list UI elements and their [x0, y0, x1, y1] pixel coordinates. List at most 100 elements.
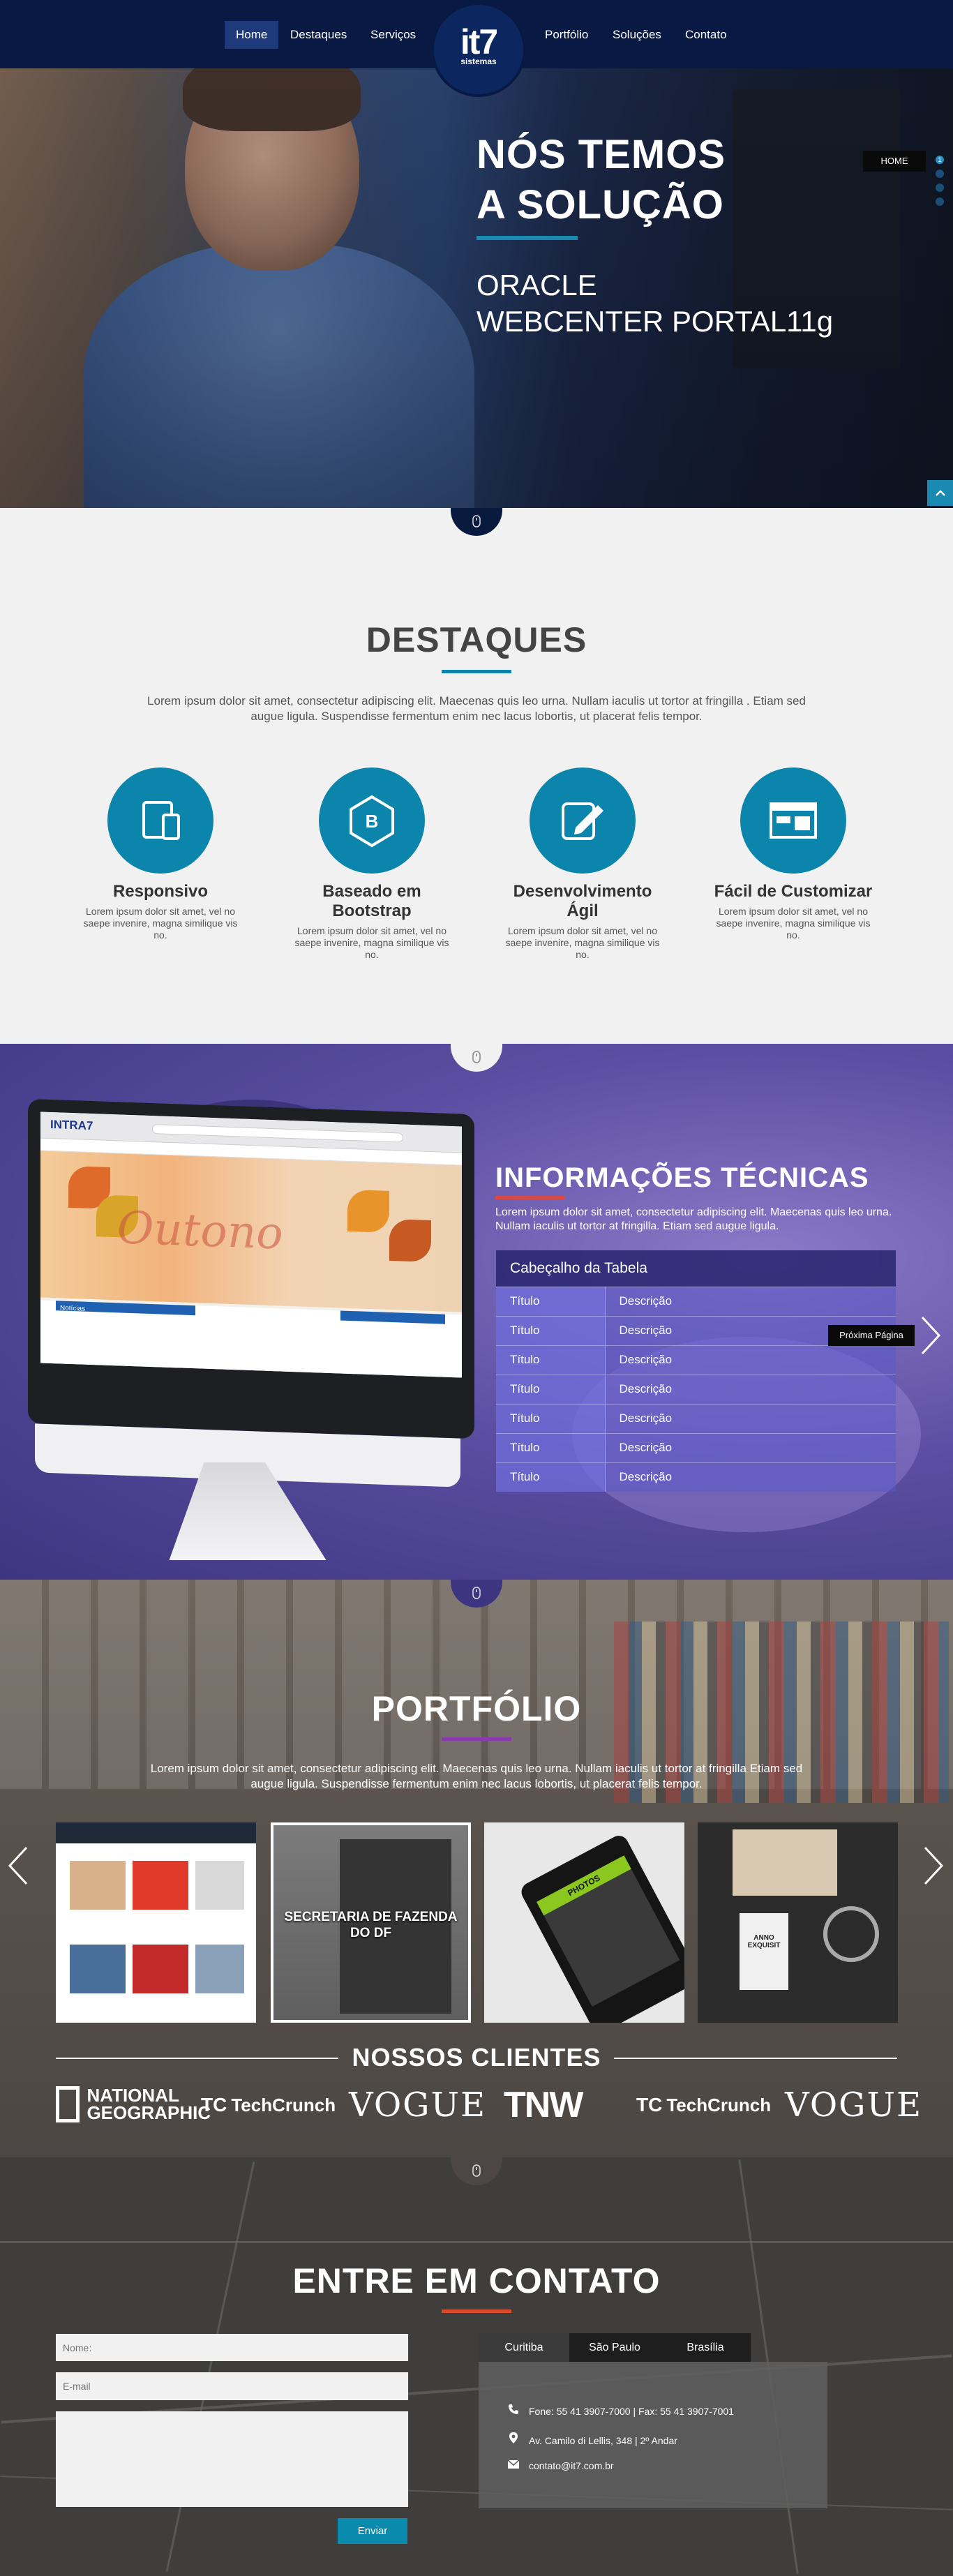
next-page-arrow[interactable]: [920, 1315, 942, 1363]
chevron-left-icon: [8, 1846, 28, 1885]
portfolio-next-arrow[interactable]: [922, 1845, 945, 1893]
feature-title: Desenvolvimento Ágil: [513, 882, 652, 920]
mouse-scroll-icon: [472, 1587, 481, 1601]
intranet-logo: INTRA7: [50, 1117, 93, 1133]
client-vogue-2: VOGUE: [785, 2085, 923, 2125]
tab-curitiba[interactable]: Curitiba: [479, 2333, 569, 2362]
destaques-section: DESTAQUES Lorem ipsum dolor sit amet, co…: [0, 508, 953, 1044]
news-tab-label: Notícias: [60, 1304, 86, 1313]
slide-dot-1[interactable]: 1: [936, 156, 944, 164]
scroll-up-button[interactable]: [927, 480, 953, 506]
slide-dot-3[interactable]: [936, 184, 944, 192]
mouse-scroll-icon: [472, 2164, 481, 2178]
table-cell-title: Título: [496, 1345, 606, 1375]
thumb-tile: [70, 1861, 126, 1910]
feature-agil: Desenvolvimento Ágil Lorem ipsum dolor s…: [499, 767, 666, 961]
feature-title: Responsivo: [112, 882, 209, 901]
devices-icon: [142, 801, 180, 840]
natgeo-frame-icon: [56, 2086, 80, 2122]
portfolio-item-3[interactable]: PHOTOS: [484, 1822, 684, 2023]
table-row: Título Descrição: [496, 1462, 896, 1492]
clients-title: NOSSOS CLIENTES: [352, 2043, 601, 2072]
leaf-shape: [389, 1218, 431, 1263]
contact-divider: [442, 2309, 511, 2313]
thumb-phone-label: PHOTOS: [536, 1855, 631, 1916]
table-cell-desc: Descrição: [605, 1345, 896, 1375]
hero-section: NÓS TEMOS A SOLUÇÃO ORACLE WEBCENTER POR…: [0, 68, 953, 508]
client-vogue-1: VOGUE: [349, 2085, 487, 2125]
contact-address: Av. Camilo di Lellis, 348 | 2º Andar: [529, 2435, 677, 2446]
brand-logo[interactable]: it7 sistemas: [431, 2, 526, 97]
table-cell-desc: Descrição: [605, 1286, 896, 1316]
feature-title: Fácil de Customizar: [714, 882, 873, 901]
thumb-header: [56, 1822, 256, 1843]
portfolio-prev-arrow[interactable]: [7, 1845, 29, 1893]
table-row: Título Descrição: [496, 1403, 896, 1433]
table-cell-title: Título: [496, 1286, 606, 1316]
contact-info-box: Fone: 55 41 3907-7000 | Fax: 55 41 3907-…: [479, 2362, 827, 2508]
next-page-tooltip: Próxima Página: [828, 1325, 915, 1346]
contact-email[interactable]: contato@it7.com.br: [529, 2460, 614, 2471]
table-cell-title: Título: [496, 1374, 606, 1404]
phone-icon: [506, 2404, 520, 2418]
slide-dot-2[interactable]: [936, 170, 944, 178]
thumb-tile: [70, 1945, 126, 1993]
envelope-icon: [506, 2459, 520, 2473]
portfolio-caption: SECRETARIA DE FAZENDA DO DF: [284, 1910, 458, 1940]
feature-text: Lorem ipsum dolor sit amet, vel no saepe…: [505, 925, 660, 960]
table-cell-title: Título: [496, 1432, 606, 1462]
contact-phone: Fone: 55 41 3907-7000 | Fax: 55 41 3907-…: [529, 2406, 734, 2417]
techcrunch-logo-icon: TC: [201, 2094, 227, 2116]
nav-destaques[interactable]: Destaques: [279, 21, 358, 49]
nav-solucoes[interactable]: Soluções: [601, 21, 673, 49]
thumb-phone: PHOTOS: [518, 1832, 684, 2023]
hero-subtitle-line2: WEBCENTER PORTAL11g: [476, 305, 834, 338]
feature-circle: [740, 767, 846, 874]
contact-phone-row: Fone: 55 41 3907-7000 | Fax: 55 41 3907-…: [506, 2404, 734, 2418]
nav-servicos[interactable]: Serviços: [359, 21, 427, 49]
chevron-right-icon: [921, 1316, 941, 1355]
table-row: Título Descrição: [496, 1345, 896, 1375]
portfolio-item-1[interactable]: [56, 1822, 256, 2023]
message-textarea[interactable]: [56, 2411, 408, 2507]
bootstrap-icon: B: [350, 795, 394, 848]
destaques-text: Lorem ipsum dolor sit amet, consectetur …: [147, 694, 806, 723]
name-input[interactable]: [56, 2334, 408, 2361]
info-title: INFORMAÇÕES TÉCNICAS: [495, 1162, 869, 1193]
client-national-geographic: NATIONAL GEOGRAPHIC: [56, 2085, 211, 2123]
info-divider: [495, 1196, 565, 1199]
thumb-tag-label: ANNO EXQUISIT: [747, 1934, 781, 1949]
hero-title-line1: NÓS TEMOS: [476, 132, 726, 177]
slide-pager: 1: [936, 156, 945, 211]
feature-text: Lorem ipsum dolor sit amet, vel no saepe…: [294, 925, 449, 960]
nav-home[interactable]: Home: [225, 21, 279, 49]
hero-divider: [476, 236, 578, 240]
portfolio-item-4[interactable]: ANNO EXQUISIT: [698, 1822, 898, 2023]
nav-portfolio[interactable]: Portfólio: [534, 21, 599, 49]
feature-bootstrap: B Baseado em Bootstrap Lorem ipsum dolor…: [288, 767, 456, 961]
logo-subtitle: sistemas: [460, 57, 497, 66]
table-cell-desc: Descrição: [605, 1432, 896, 1462]
portfolio-item-2[interactable]: SECRETARIA DE FAZENDA DO DF: [271, 1822, 471, 2023]
tab-sao-paulo[interactable]: São Paulo: [569, 2333, 660, 2362]
table-cell-desc: Descrição: [605, 1374, 896, 1404]
slide-dot-4[interactable]: [936, 197, 944, 206]
thumb-phone-screen: PHOTOS: [536, 1855, 680, 2007]
info-text: Lorem ipsum dolor sit amet, consectetur …: [495, 1206, 892, 1232]
feature-responsivo: Responsivo Lorem ipsum dolor sit amet, v…: [77, 767, 244, 941]
edit-icon: [562, 802, 603, 840]
intranet-banner: Outono: [40, 1151, 462, 1312]
nav-contato[interactable]: Contato: [674, 21, 738, 49]
feature-title: Baseado em Bootstrap: [322, 882, 421, 920]
portfolio-text: Lorem ipsum dolor sit amet, consectetur …: [150, 1762, 803, 1790]
tech-table: Cabeçalho da Tabela Título Descrição Títu…: [496, 1250, 896, 1492]
layout-icon: [770, 802, 817, 839]
client-name: NATIONAL GEOGRAPHIC: [87, 2085, 211, 2123]
send-button[interactable]: Enviar: [338, 2518, 407, 2544]
feature-circle: [530, 767, 636, 874]
client-techcrunch-2: TC TechCrunch: [636, 2086, 771, 2124]
email-input[interactable]: [56, 2372, 408, 2400]
thumb-tile: [133, 1945, 188, 1993]
thumb-tape: [823, 1906, 879, 1962]
tab-brasilia[interactable]: Brasília: [660, 2333, 751, 2362]
